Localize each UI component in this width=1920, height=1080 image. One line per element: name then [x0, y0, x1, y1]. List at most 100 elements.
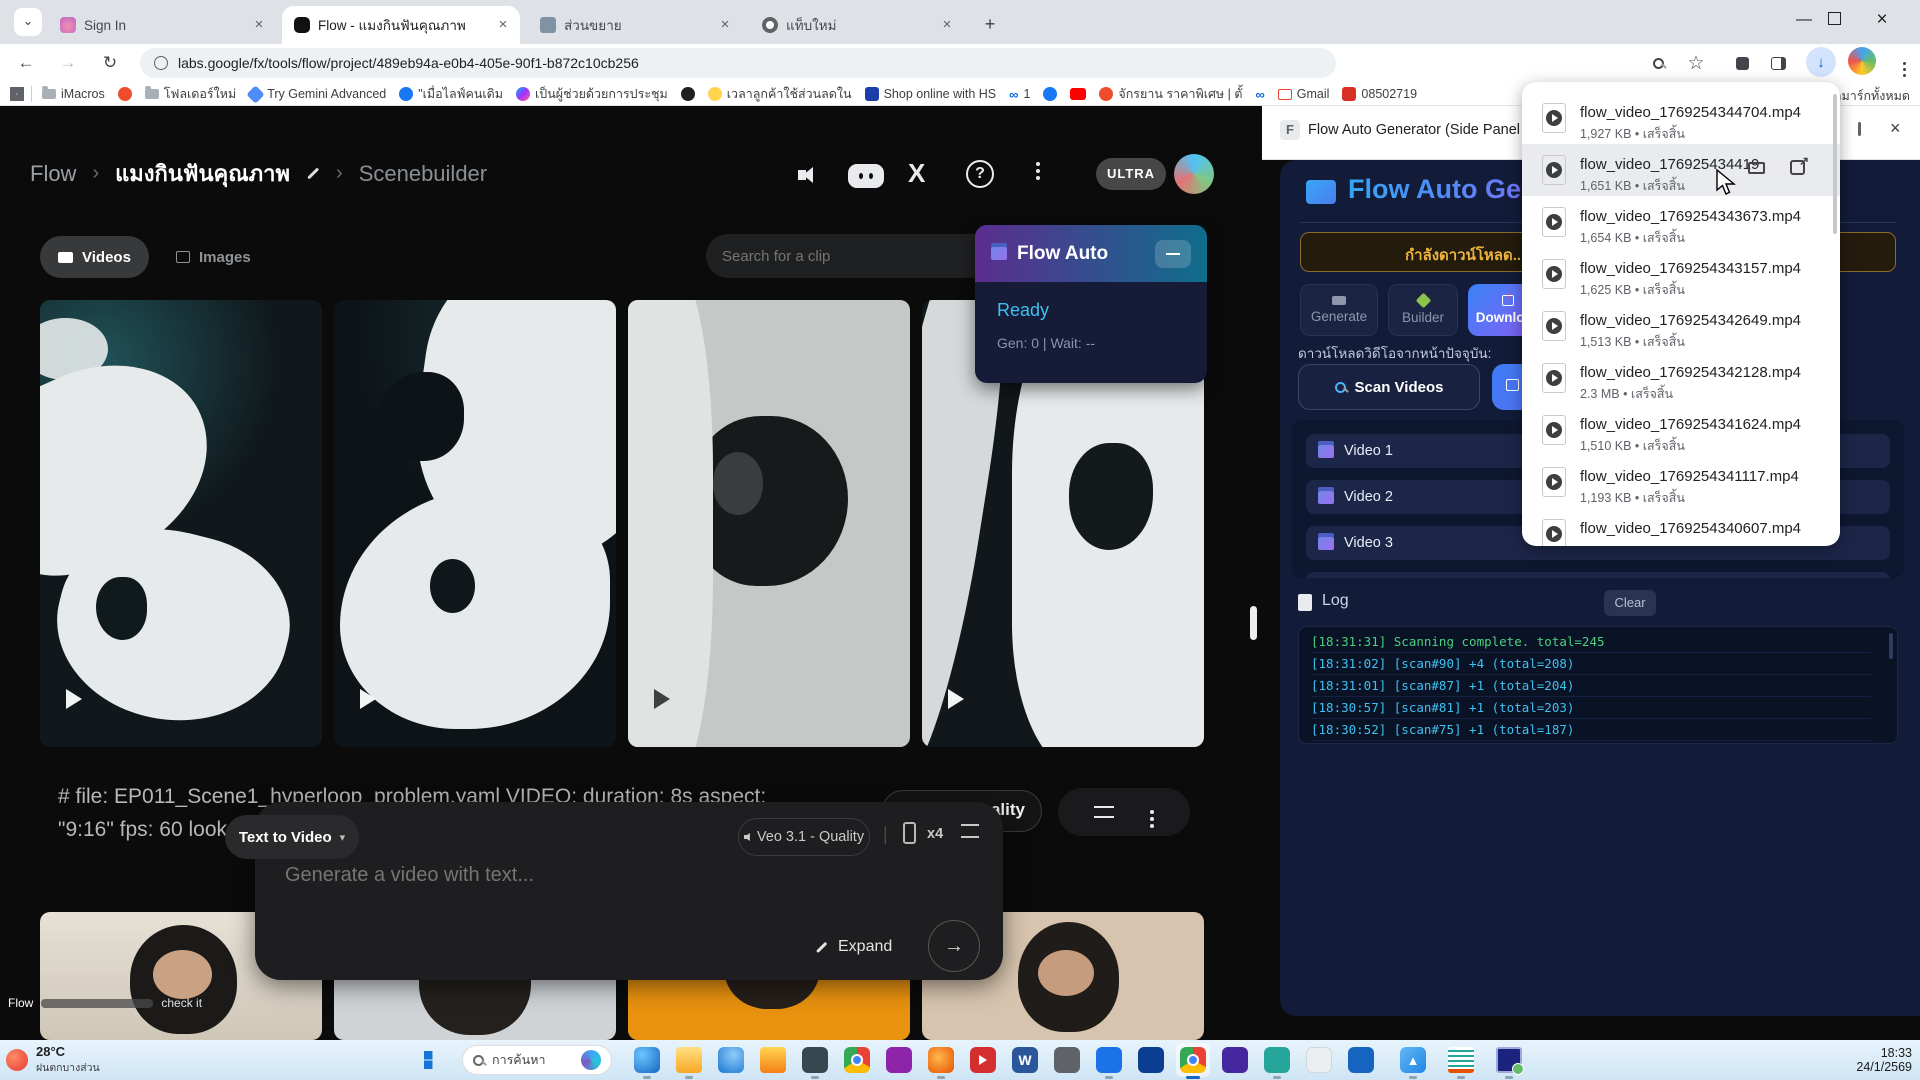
taskbar-compass-icon[interactable]	[718, 1047, 744, 1073]
play-icon[interactable]	[654, 689, 670, 709]
taskbar-blue-app-icon[interactable]	[1138, 1047, 1164, 1073]
bookmark-gmail[interactable]: Gmail	[1275, 87, 1333, 101]
tab-close-icon[interactable]: ×	[938, 16, 956, 34]
reload-icon[interactable]: ↻	[94, 47, 126, 79]
bookmark-discount[interactable]: เวลาลูกค้าใช้ส่วนลดใน	[705, 84, 855, 104]
taskbar-chrome-icon[interactable]	[844, 1047, 870, 1073]
bookmark-imacros[interactable]: iMacros	[39, 87, 108, 101]
video-thumbnail-1[interactable]	[40, 300, 322, 747]
download-item[interactable]: flow_video_1769254340607.mp4	[1522, 508, 1840, 546]
start-button[interactable]	[424, 1051, 442, 1069]
taskbar-notes-icon[interactable]	[1348, 1047, 1374, 1073]
taskbar-settings-icon[interactable]	[1054, 1047, 1080, 1073]
bookmark-shop-hs[interactable]: Shop online with HS	[862, 87, 1000, 101]
address-bar[interactable]: labs.google/fx/tools/flow/project/489eb9…	[140, 48, 1336, 78]
panel-tab-generate[interactable]: Generate	[1300, 284, 1378, 336]
play-icon[interactable]	[948, 689, 964, 709]
downloads-icon[interactable]: ↓	[1806, 47, 1836, 77]
pin-icon[interactable]	[1858, 122, 1861, 136]
forward-icon[interactable]: →	[52, 47, 84, 79]
taskbar-white-app-icon[interactable]	[1306, 1047, 1332, 1073]
window-close-button[interactable]: ×	[1864, 4, 1900, 36]
bookmark-bike[interactable]: จักรยาน ราคาพิเศษ | ตั้	[1096, 84, 1245, 104]
project-title[interactable]: แมงกินฟันคุณภาพ	[115, 156, 290, 191]
tab-close-icon[interactable]: ×	[716, 16, 734, 34]
taskbar-firefox-icon[interactable]	[928, 1047, 954, 1073]
download-item[interactable]: flow_video_1769254343673.mp41,654 KB • เ…	[1522, 196, 1840, 248]
tab-search-icon[interactable]: ⌄	[14, 8, 42, 36]
prompt-input[interactable]	[285, 864, 765, 887]
minimize-widget-button[interactable]	[1155, 240, 1191, 268]
open-file-icon[interactable]: ↗	[1790, 160, 1805, 175]
taskbar-folder-icon[interactable]	[760, 1047, 786, 1073]
extensions-puzzle-icon[interactable]	[1726, 47, 1758, 79]
flow-auto-widget[interactable]: Flow Auto Ready Gen: 0 | Wait: --	[975, 225, 1207, 383]
taskbar-chrome-active-icon[interactable]	[1180, 1047, 1206, 1073]
breadcrumb-root[interactable]: Flow	[30, 161, 76, 187]
browser-menu-icon[interactable]	[1888, 47, 1920, 79]
panel-tab-builder[interactable]: Builder	[1388, 284, 1458, 336]
bookmark-facebook[interactable]	[1040, 87, 1060, 101]
apps-grid-icon[interactable]	[10, 87, 24, 101]
bookmark-youtube[interactable]	[1067, 88, 1089, 100]
download-item[interactable]: flow_video_1769254342128.mp42.3 MB • เสร…	[1522, 352, 1840, 404]
bookmark-shopee[interactable]	[115, 87, 135, 101]
video-thumbnail-2[interactable]	[334, 300, 616, 747]
tab-videos[interactable]: Videos	[40, 236, 149, 278]
tray-m-app-icon[interactable]: ▲	[1400, 1047, 1426, 1073]
tab-close-icon[interactable]: ×	[494, 16, 512, 34]
download-item[interactable]: flow_video_1769254341117.mp41,193 KB • เ…	[1522, 456, 1840, 508]
discord-icon[interactable]	[848, 164, 884, 188]
side-panel-close-icon[interactable]: ×	[1890, 118, 1901, 139]
phone-portrait-icon[interactable]	[903, 822, 916, 844]
site-info-icon[interactable]	[154, 56, 168, 70]
weather-widget[interactable]: 28°C ฝนตกบางส่วน	[6, 1044, 100, 1076]
clip-search-input[interactable]	[722, 248, 969, 265]
video-list-item-partial[interactable]	[1306, 572, 1890, 578]
taskbar-explorer-icon[interactable]	[676, 1047, 702, 1073]
bookmark-live[interactable]: "เมื่อไลฟ์คนเดิม	[396, 84, 506, 104]
taskbar-purple-app-icon[interactable]	[886, 1047, 912, 1073]
taskbar-terminal-icon[interactable]	[802, 1047, 828, 1073]
help-icon[interactable]: ?	[966, 160, 994, 188]
x-twitter-icon[interactable]: X	[908, 158, 925, 189]
taskbar-pen-app-icon[interactable]	[1096, 1047, 1122, 1073]
submit-arrow-button[interactable]: →	[928, 920, 980, 972]
tune-settings-icon[interactable]	[961, 824, 979, 838]
scan-videos-button[interactable]: Scan Videos	[1298, 364, 1480, 410]
more-options-icon[interactable]	[1150, 810, 1154, 814]
output-count[interactable]: x4	[927, 826, 943, 842]
side-panel-icon[interactable]	[1762, 47, 1794, 79]
play-icon[interactable]	[360, 689, 376, 709]
download-item[interactable]: flow_video_1769254341624.mp41,510 KB • เ…	[1522, 404, 1840, 456]
tray-remote-pc-icon[interactable]	[1496, 1047, 1522, 1073]
download-item[interactable]: flow_video_1769254343157.mp41,625 KB • เ…	[1522, 248, 1840, 300]
tab-images[interactable]: Images	[158, 236, 269, 278]
bookmark-phone[interactable]: 08502719	[1339, 87, 1420, 101]
model-selector[interactable]: Veo 3.1 - Quality	[738, 818, 870, 856]
bookmark-star-icon[interactable]: ☆	[1680, 47, 1712, 79]
log-scrollbar[interactable]	[1889, 633, 1893, 659]
lens-search-icon[interactable]	[1642, 47, 1674, 79]
browser-tab-flow[interactable]: Flow - แมงกินฟันคุณภาพ ×	[282, 6, 520, 44]
bookmark-new-folder[interactable]: โฟลเดอร์ใหม่	[142, 84, 239, 104]
bookmark-globe[interactable]	[678, 87, 698, 101]
expand-button[interactable]: Expand	[815, 938, 892, 956]
user-avatar[interactable]	[1174, 154, 1214, 194]
browser-tab-extensions[interactable]: ส่วนขยาย ×	[528, 6, 742, 44]
playlist-icon[interactable]	[1094, 806, 1114, 818]
taskbar-clock[interactable]: 18:33 24/1/2569	[1856, 1046, 1912, 1074]
tab-close-icon[interactable]: ×	[250, 16, 268, 34]
bookmark-meta2[interactable]: ∞	[1252, 87, 1267, 102]
header-menu-icon[interactable]	[1036, 162, 1040, 166]
taskbar-search[interactable]: การค้นหา	[462, 1045, 612, 1075]
profile-avatar[interactable]	[1848, 47, 1876, 75]
taskbar-edge-icon[interactable]	[634, 1047, 660, 1073]
show-in-folder-icon[interactable]	[1748, 162, 1765, 174]
sound-icon[interactable]	[790, 162, 820, 188]
bookmark-meta[interactable]: ∞1	[1006, 87, 1033, 102]
taskbar-photos-icon[interactable]	[1264, 1047, 1290, 1073]
browser-tab-newtab[interactable]: แท็บใหม่ ×	[750, 6, 964, 44]
clip-search-bar[interactable]	[706, 234, 1006, 278]
taskbar-youtube-icon[interactable]	[970, 1047, 996, 1073]
